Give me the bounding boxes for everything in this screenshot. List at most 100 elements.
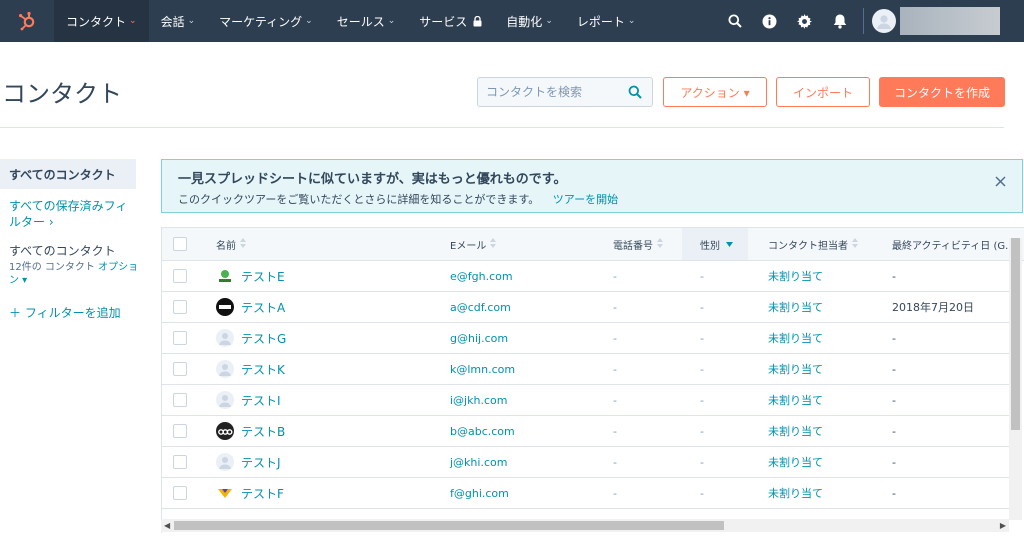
table-row[interactable]: テストJ j@khi.com - - 未割り当て - (162, 447, 1010, 478)
import-button[interactable]: インポート (776, 77, 870, 107)
search-input[interactable] (478, 78, 634, 106)
contact-owner[interactable]: 未割り当て (768, 416, 823, 446)
contact-gender: - (700, 455, 704, 469)
contact-owner[interactable]: 未割り当て (768, 354, 823, 384)
contact-phone: - (613, 424, 617, 438)
contact-name-link[interactable]: テストI (241, 392, 281, 409)
column-header-label: 電話番号 (613, 240, 653, 252)
contact-owner[interactable]: 未割り当て (768, 323, 823, 353)
column-header-owner[interactable]: コンタクト担当者 (768, 228, 858, 260)
create-contact-button[interactable]: コンタクトを作成 (879, 77, 1005, 107)
info-icon[interactable] (752, 0, 787, 42)
row-checkbox[interactable] (173, 393, 187, 407)
contact-last-activity: 2018年7月20日 (892, 301, 974, 314)
nav-conversations[interactable]: 会話 ⌄ (149, 0, 208, 42)
nav-marketing[interactable]: マーケティング ⌄ (207, 0, 325, 42)
contact-gender: - (700, 424, 704, 438)
add-filter-link[interactable]: ＋ フィルターを追加 (9, 305, 121, 321)
contact-search-box (477, 77, 653, 107)
table-row[interactable]: テストK k@lmn.com - - 未割り当て - (162, 354, 1010, 385)
row-checkbox[interactable] (173, 486, 187, 500)
table-row[interactable]: テストI i@jkh.com - - 未割り当て - (162, 385, 1010, 416)
contact-name-link[interactable]: テストG (241, 330, 286, 347)
chevron-down-icon: ⌄ (627, 16, 636, 26)
row-checkbox[interactable] (173, 300, 187, 314)
table-row[interactable]: テストE e@fgh.com - - 未割り当て - (162, 261, 1010, 292)
sidebar-current-view-title: すべてのコンタクト (9, 244, 116, 258)
contact-email[interactable]: i@jkh.com (450, 385, 507, 415)
row-checkbox[interactable] (173, 331, 187, 345)
column-header-email[interactable]: Eメール (450, 228, 497, 260)
row-checkbox[interactable] (173, 424, 187, 438)
nav-automation-label: 自動化 (506, 14, 543, 29)
default-avatar-icon (216, 391, 234, 409)
bell-icon[interactable] (822, 0, 857, 42)
table-row[interactable]: テストG g@hij.com - - 未割り当て - (162, 323, 1010, 354)
hubspot-logo-icon[interactable] (0, 0, 54, 42)
contact-name-link[interactable]: テストK (241, 361, 285, 378)
nav-service[interactable]: サービス (407, 0, 494, 42)
contact-email[interactable]: a@cdf.com (450, 292, 511, 322)
chevron-down-icon: ⌄ (545, 16, 553, 26)
row-checkbox[interactable] (173, 455, 187, 469)
contact-owner[interactable]: 未割り当て (768, 447, 823, 477)
actions-dropdown-button[interactable]: アクション ▾ (663, 77, 767, 107)
account-menu[interactable] (900, 7, 1000, 35)
column-header-label: 名前 (216, 240, 236, 252)
close-icon[interactable] (995, 176, 1006, 190)
scroll-left-arrow-icon[interactable]: ◀ (164, 521, 170, 530)
horizontal-scrollbar-thumb[interactable] (174, 521, 724, 530)
user-avatar[interactable] (872, 9, 896, 33)
gear-icon[interactable] (787, 0, 822, 42)
nav-sales[interactable]: セールス ⌄ (325, 0, 408, 42)
select-all-checkbox[interactable] (173, 237, 187, 251)
search-icon[interactable] (717, 0, 752, 42)
row-checkbox[interactable] (173, 269, 187, 283)
contact-phone: - (613, 331, 617, 345)
contact-owner[interactable]: 未割り当て (768, 292, 823, 322)
nav-automation[interactable]: 自動化 ⌄ (494, 0, 565, 42)
table-row[interactable]: テストA a@cdf.com - - 未割り当て 2018年7月20日 (162, 292, 1010, 323)
contact-name-link[interactable]: テストA (241, 299, 285, 316)
vertical-scrollbar[interactable] (1009, 238, 1022, 520)
start-tour-link[interactable]: ツアーを開始 (553, 193, 618, 206)
contact-owner[interactable]: 未割り当て (768, 261, 823, 291)
table-row[interactable]: テストF f@ghi.com - - 未割り当て - (162, 478, 1010, 509)
nav-reports[interactable]: レポート ⌄ (565, 0, 648, 42)
nav-divider (863, 8, 864, 34)
column-header-last-activity[interactable]: 最終アクティビティ日 (G... (892, 228, 1015, 260)
contact-owner[interactable]: 未割り当て (768, 478, 823, 508)
scroll-right-arrow-icon[interactable]: ▶ (1000, 521, 1006, 530)
header-divider (0, 127, 1004, 128)
contact-gender: - (700, 393, 704, 407)
contact-email[interactable]: f@ghi.com (450, 478, 509, 508)
nav-right-group (717, 0, 1024, 42)
contact-email[interactable]: j@khi.com (450, 447, 507, 477)
horizontal-scrollbar[interactable]: ◀ ▶ (161, 519, 1009, 532)
sort-icon (240, 237, 246, 251)
table-header: 名前 Eメール 電話番号 性別 コンタクト担当者 最終アクティビティ日 (G..… (162, 227, 1024, 261)
contact-email[interactable]: e@fgh.com (450, 261, 513, 291)
contact-name-link[interactable]: テストB (241, 423, 285, 440)
lock-icon (473, 15, 482, 27)
contact-email[interactable]: k@lmn.com (450, 354, 515, 384)
contact-owner[interactable]: 未割り当て (768, 385, 823, 415)
sidebar-all-contacts[interactable]: すべてのコンタクト (0, 159, 136, 189)
contact-phone: - (613, 486, 617, 500)
contact-name-link[interactable]: テストJ (241, 454, 281, 471)
column-header-phone[interactable]: 電話番号 (613, 228, 663, 260)
column-header-name[interactable]: 名前 (216, 228, 246, 260)
column-header-gender[interactable]: 性別 (682, 228, 748, 260)
company-logo-icon (216, 484, 234, 502)
contact-email[interactable]: b@abc.com (450, 416, 515, 446)
sidebar-saved-filters-link[interactable]: すべての保存済みフィルター › (9, 198, 133, 230)
row-checkbox[interactable] (173, 362, 187, 376)
contact-email[interactable]: g@hij.com (450, 323, 508, 353)
contact-name-link[interactable]: テストF (241, 485, 284, 502)
vertical-scrollbar-thumb[interactable] (1011, 238, 1020, 430)
contact-name-link[interactable]: テストE (241, 268, 285, 285)
nav-contacts[interactable]: コンタクト ⌄ (54, 0, 149, 42)
search-icon[interactable] (628, 85, 642, 102)
top-navigation-bar: コンタクト ⌄ 会話 ⌄ マーケティング ⌄ セールス ⌄ サービス 自動化 ⌄… (0, 0, 1024, 42)
table-row[interactable]: テストB b@abc.com - - 未割り当て - (162, 416, 1010, 447)
